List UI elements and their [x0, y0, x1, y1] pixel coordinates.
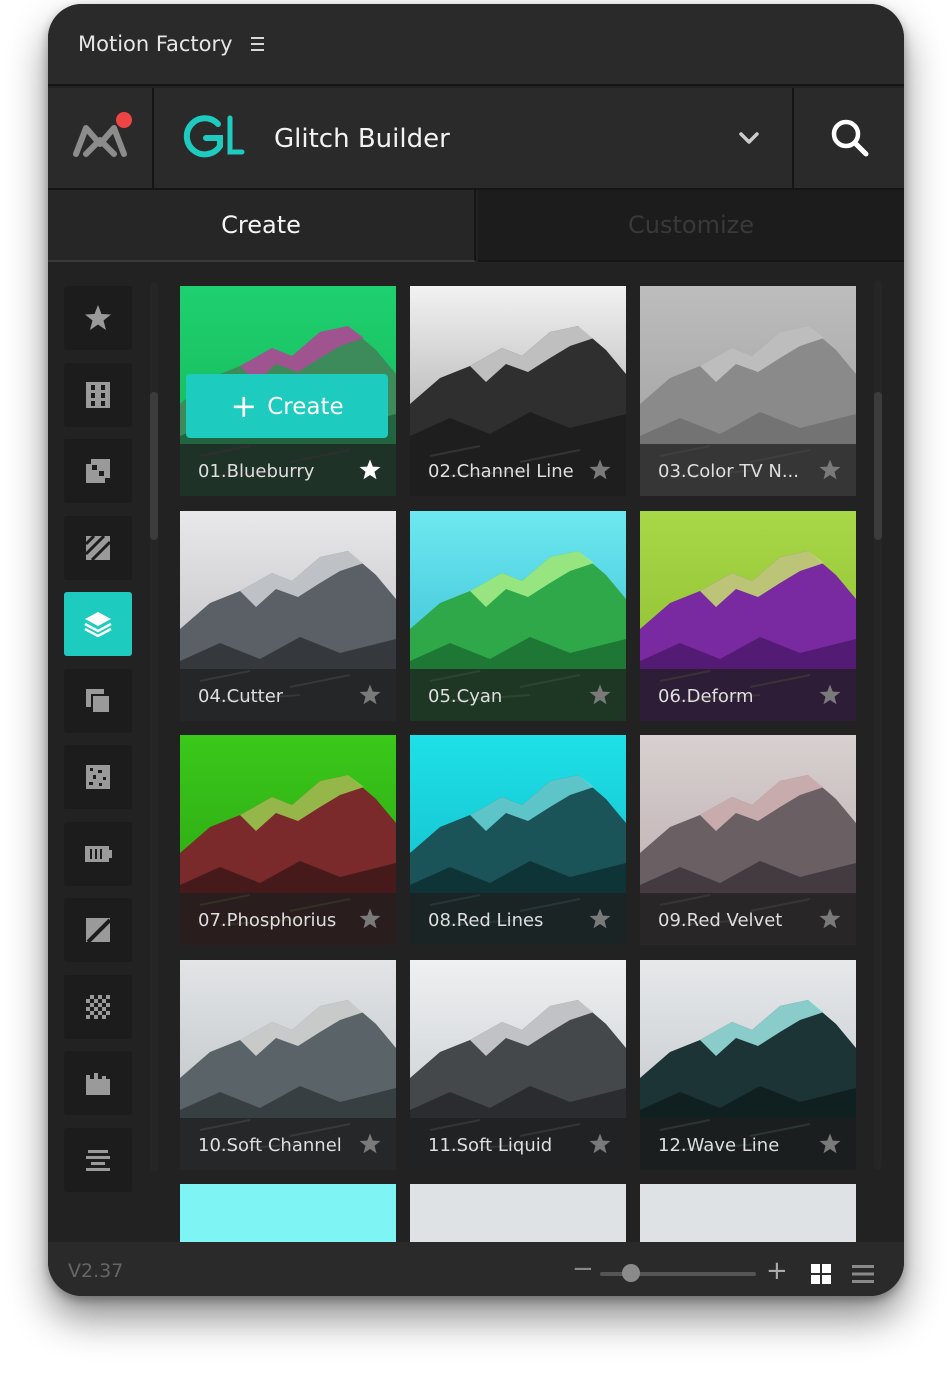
sidebar-button-slash-square[interactable]	[64, 898, 132, 962]
sidebar-button-layers[interactable]	[64, 592, 132, 656]
preset-card[interactable]: 05.Cyan	[410, 510, 626, 721]
preset-card[interactable]	[410, 1184, 626, 1242]
favorite-star-icon[interactable]	[818, 683, 842, 707]
tab-create[interactable]: Create	[48, 190, 476, 262]
create-button-label: Create	[267, 394, 344, 420]
preset-label: 07.Phosphorius	[198, 910, 337, 931]
sidebar-button-pixel-block[interactable]	[64, 439, 132, 503]
preset-label: 11.Soft Liquid	[428, 1134, 553, 1156]
preset-card[interactable]: 10.Soft Channel	[180, 959, 396, 1170]
search-button[interactable]	[796, 88, 904, 188]
preset-card[interactable]: 04.Cutter	[180, 510, 396, 721]
glitch-builder-logo-icon	[183, 115, 245, 158]
preset-card[interactable]: 03.Color TV N...	[640, 286, 856, 496]
star-icon	[85, 305, 111, 330]
chevron-down-icon[interactable]	[738, 130, 760, 146]
tab-customize[interactable]: Customize	[478, 190, 904, 262]
favorite-star-icon[interactable]	[818, 907, 842, 931]
copy-icon	[86, 688, 111, 714]
create-button[interactable]: + Create	[186, 374, 388, 438]
diagonal-stripes-icon	[84, 534, 112, 561]
preset-label: 06.Deform	[658, 685, 754, 707]
favorite-star-icon[interactable]	[358, 683, 382, 707]
favorite-star-icon[interactable]	[588, 1132, 612, 1156]
list-view-icon[interactable]	[852, 1263, 874, 1285]
preset-card[interactable]: 02.Channel Line	[410, 286, 626, 496]
sidebar-button-checkerboard[interactable]	[64, 974, 132, 1039]
slash-square-icon	[86, 918, 112, 944]
film-strip-icon	[86, 381, 110, 408]
brand-button[interactable]	[48, 88, 154, 188]
preset-card[interactable]	[180, 1184, 396, 1242]
category-sidebar	[48, 262, 168, 1242]
sidebar-scrollbar-thumb[interactable]	[150, 392, 158, 540]
title-bar: Motion Factory	[48, 4, 904, 86]
sidebar-button-battery[interactable]	[64, 821, 132, 886]
app-window: Motion Factory Glitch Builder Create Cus…	[48, 4, 904, 1296]
preset-card[interactable]: 09.Red Velvet	[640, 735, 856, 945]
hamburger-menu-icon[interactable]	[251, 37, 264, 51]
sidebar-button-film-strip[interactable]	[64, 362, 132, 427]
sidebar-button-copy[interactable]	[64, 668, 132, 733]
preset-card[interactable]: 07.Phosphorius	[180, 735, 396, 945]
preset-card[interactable]: 12.Wave Line	[640, 959, 856, 1170]
preset-card[interactable]	[640, 1184, 856, 1242]
sidebar-button-noise[interactable]	[64, 745, 132, 809]
favorite-star-icon[interactable]	[818, 458, 842, 482]
preset-label: 02.Channel Line	[428, 461, 574, 482]
footer-bar: V2.37 − +	[48, 1242, 904, 1296]
favorite-star-icon[interactable]	[588, 907, 612, 931]
bars-chart-icon	[86, 1073, 110, 1095]
tab-bar: Create Customize	[48, 190, 904, 262]
preset-grid: 01.Blueburry + Create 02.Channel Line 03.Col…	[180, 286, 860, 1242]
plugin-selector[interactable]: Glitch Builder	[156, 88, 794, 188]
preset-card[interactable]: 01.Blueburry + Create	[180, 286, 396, 496]
plugin-name: Glitch Builder	[274, 124, 450, 154]
favorite-star-icon[interactable]	[588, 458, 612, 482]
search-icon	[831, 119, 869, 157]
preset-card[interactable]: 06.Deform	[640, 510, 856, 721]
align-lines-icon	[86, 1149, 110, 1171]
grid-scrollbar-thumb[interactable]	[874, 392, 882, 540]
version-label: V2.37	[68, 1260, 124, 1282]
preset-card[interactable]: 08.Red Lines	[410, 735, 626, 945]
checkerboard-icon	[86, 994, 110, 1019]
pixel-block-icon	[86, 459, 110, 483]
preset-label: 10.Soft Channel	[198, 1134, 342, 1156]
preset-card[interactable]: 11.Soft Liquid	[410, 959, 626, 1170]
sidebar-button-align-lines[interactable]	[64, 1127, 132, 1192]
preset-thumbnail	[180, 1184, 396, 1242]
preset-label: 09.Red Velvet	[658, 910, 783, 931]
preset-label: 01.Blueburry	[198, 461, 315, 482]
grid-view-icon[interactable]	[810, 1263, 832, 1285]
plus-icon: +	[230, 387, 258, 425]
layers-icon	[84, 612, 112, 638]
sidebar-button-diagonal-stripes[interactable]	[64, 515, 132, 580]
preset-label: 04.Cutter	[198, 685, 284, 707]
preset-label: 08.Red Lines	[428, 910, 544, 931]
preset-thumbnail	[410, 1184, 626, 1242]
sidebar-button-bars-chart[interactable]	[64, 1051, 132, 1115]
notification-dot	[116, 112, 132, 128]
noise-icon	[86, 765, 110, 789]
preset-label: 05.Cyan	[428, 685, 503, 707]
zoom-out-button[interactable]: −	[572, 1256, 594, 1282]
sidebar-button-star[interactable]	[64, 286, 132, 350]
preset-label: 12.Wave Line	[658, 1134, 780, 1156]
favorite-star-icon[interactable]	[358, 1132, 382, 1156]
battery-icon	[85, 845, 112, 862]
favorite-star-icon[interactable]	[358, 907, 382, 931]
plugin-header: Glitch Builder	[48, 88, 904, 190]
preset-thumbnail	[640, 1184, 856, 1242]
favorite-star-icon[interactable]	[818, 1132, 842, 1156]
favorite-star-icon[interactable]	[588, 683, 612, 707]
zoom-in-button[interactable]: +	[766, 1258, 788, 1284]
zoom-slider-thumb[interactable]	[622, 1264, 641, 1282]
preset-label: 03.Color TV N...	[658, 461, 800, 482]
app-title: Motion Factory	[78, 32, 233, 56]
favorite-star-icon[interactable]	[358, 458, 382, 482]
